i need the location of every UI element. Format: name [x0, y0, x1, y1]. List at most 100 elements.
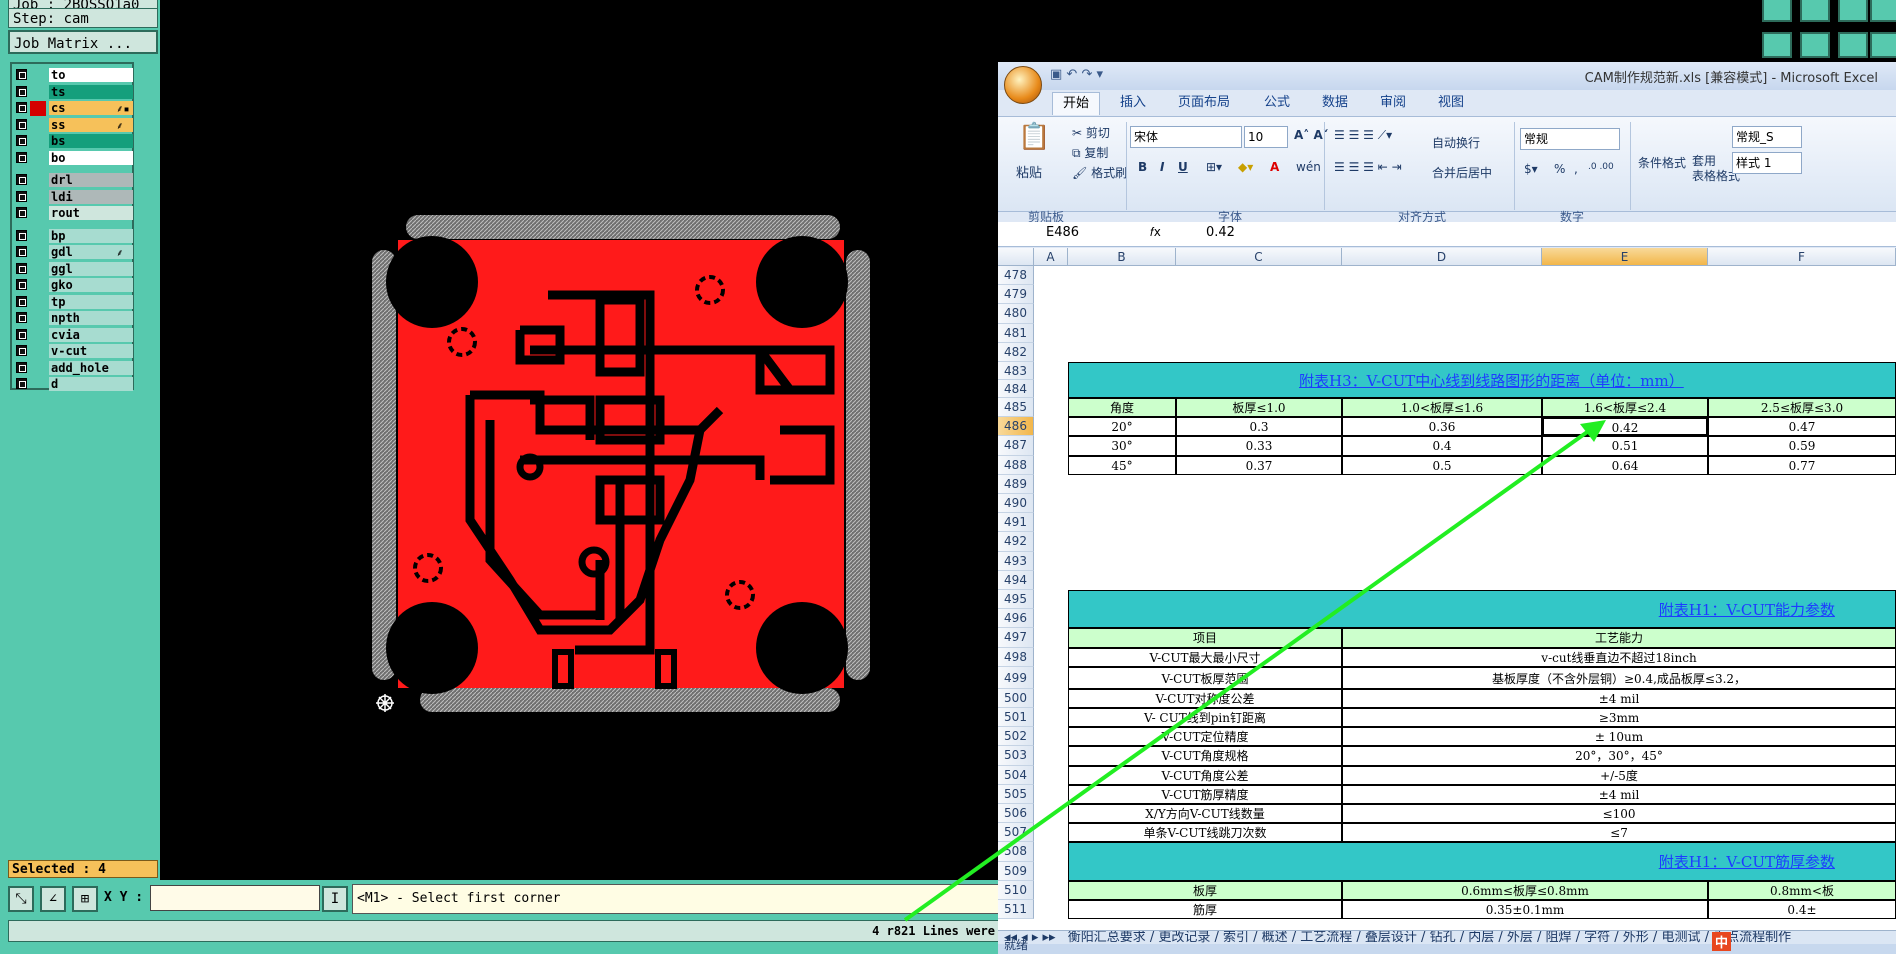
align-left-icon[interactable]: ☰ ☰ ☰ ⇤ ⇥ — [1334, 160, 1402, 174]
row-header[interactable]: 490 — [998, 494, 1034, 514]
row-header[interactable]: 485 — [998, 398, 1034, 418]
toolbar-btn[interactable] — [1762, 0, 1792, 22]
tab-0[interactable]: 开始 — [1052, 92, 1101, 115]
row-header[interactable]: 491 — [998, 513, 1034, 533]
input-cursor-icon[interactable]: I — [322, 886, 348, 912]
row-header[interactable]: 496 — [998, 609, 1034, 629]
table-h1-cell[interactable]: ≤7 — [1342, 823, 1896, 843]
column-header[interactable]: F — [1708, 248, 1896, 266]
phonetic-button[interactable]: wén — [1296, 160, 1321, 174]
table-h1-cell[interactable]: ≥3mm — [1342, 708, 1896, 728]
percent-button[interactable]: % — [1554, 162, 1565, 176]
pcb-canvas[interactable] — [0, 0, 1000, 880]
table-h1-cell[interactable]: 基板厚度（不含外层铜）≥0.4,成品板厚≤3.2， — [1342, 666, 1896, 689]
wrap-text-button[interactable]: 自动换行 — [1432, 134, 1480, 151]
comma-button[interactable]: , — [1574, 162, 1578, 176]
table-h3-title[interactable]: 附表H3：V-CUT中心线到线路图形的距离（单位：mm） — [1068, 362, 1896, 398]
row-header[interactable]: 506 — [998, 804, 1034, 824]
toolbar-btn[interactable] — [1870, 0, 1896, 22]
column-header[interactable]: B — [1068, 248, 1176, 266]
row-header[interactable]: 494 — [998, 570, 1034, 590]
paste-button[interactable]: 粘贴 — [1016, 162, 1042, 181]
table-h1-cell[interactable]: V-CUT对称度公差 — [1068, 688, 1342, 708]
table-h1-cell[interactable]: ≤100 — [1342, 804, 1896, 824]
table-h1-cell[interactable]: ±4 mil — [1342, 688, 1896, 708]
table-h3-cell[interactable]: 0.59 — [1708, 436, 1896, 456]
toolbar-btn[interactable] — [1870, 32, 1896, 58]
active-cell[interactable]: 0.42 — [1542, 417, 1708, 437]
align-top-icon[interactable]: ☰ ☰ ☰ ⟋▾ — [1334, 128, 1392, 143]
table-h3-header[interactable]: 角度 — [1068, 398, 1176, 418]
table-h3-cell[interactable]: 0.4 — [1342, 436, 1542, 456]
table-h1b-header[interactable]: 板厚 — [1068, 880, 1342, 900]
table-h1b-cell[interactable]: 筋厚 — [1068, 900, 1342, 920]
row-header[interactable]: 481 — [998, 323, 1034, 343]
table-h3-cell[interactable]: 0.3 — [1176, 417, 1342, 437]
row-header[interactable]: 503 — [998, 746, 1034, 766]
row-header[interactable]: 495 — [998, 590, 1034, 610]
table-h3-cell[interactable]: 0.36 — [1342, 417, 1542, 437]
column-header[interactable]: A — [1034, 248, 1068, 266]
table-h1b-cell[interactable]: 0.35±0.1mm — [1342, 900, 1708, 920]
row-header[interactable]: 511 — [998, 900, 1034, 920]
table-h1-cell[interactable]: V-CUT角度规格 — [1068, 746, 1342, 766]
tab-2[interactable]: 页面布局 — [1168, 92, 1240, 114]
row-header[interactable]: 499 — [998, 666, 1034, 689]
toolbar-btn[interactable] — [1800, 0, 1830, 22]
row-header[interactable]: 500 — [998, 688, 1034, 708]
table-h3-cell[interactable]: 0.51 — [1542, 436, 1708, 456]
row-header[interactable]: 504 — [998, 765, 1034, 785]
table-h1-cell[interactable]: X/Y方向V-CUT线数量 — [1068, 804, 1342, 824]
table-h1b-header[interactable]: 0.8mm<板 — [1708, 880, 1896, 900]
sheet-tab-list[interactable]: 衡阳汇总要求 / 更改记录 / 索引 / 概述 / 工艺流程 / 叠层设计 / … — [1068, 931, 1791, 945]
row-header[interactable]: 510 — [998, 880, 1034, 900]
table-h1b-header[interactable]: 0.6mm≤板厚≤0.8mm — [1342, 880, 1708, 900]
quick-access-icons[interactable]: ▣ ↶ ↷ ▾ — [1050, 67, 1103, 82]
name-box[interactable]: E486 — [1046, 225, 1079, 240]
font-size-select[interactable]: 10 — [1244, 126, 1288, 148]
measure-icon[interactable]: ∠ — [40, 886, 66, 912]
table-h3-cell[interactable]: 0.33 — [1176, 436, 1342, 456]
number-format-select[interactable]: 常规 — [1520, 128, 1620, 150]
xy-input[interactable] — [150, 885, 320, 911]
row-header[interactable]: 497 — [998, 628, 1034, 648]
row-header[interactable]: 479 — [998, 285, 1034, 305]
table-h1-cell[interactable]: +/-5度 — [1342, 765, 1896, 785]
row-header[interactable]: 507 — [998, 823, 1034, 843]
table-h3-header[interactable]: 板厚≤1.0 — [1176, 398, 1342, 418]
tab-3[interactable]: 公式 — [1254, 92, 1300, 114]
sheet-tabs[interactable]: ◂◂ ◂ ▸ ▸▸ 衡阳汇总要求 / 更改记录 / 索引 / 概述 / 工艺流程… — [998, 930, 1896, 945]
formula-input[interactable]: 0.42 — [1206, 225, 1235, 240]
font-name-select[interactable]: 宋体 — [1130, 126, 1242, 148]
paste-icon[interactable]: 📋 — [1018, 122, 1050, 152]
table-h3-header[interactable]: 1.0<板厚≤1.6 — [1342, 398, 1542, 418]
table-h3-cell[interactable]: 30° — [1068, 436, 1176, 456]
row-header[interactable]: 501 — [998, 708, 1034, 728]
toolbar-btn[interactable] — [1800, 32, 1830, 58]
table-h1-cell[interactable]: V-CUT最大最小尺寸 — [1068, 647, 1342, 667]
toolbar-btn[interactable] — [1838, 0, 1868, 22]
row-header[interactable]: 483 — [998, 362, 1034, 380]
style-normal[interactable]: 常规_S — [1732, 126, 1802, 148]
row-header[interactable]: 487 — [998, 436, 1034, 456]
row-header[interactable]: 478 — [998, 266, 1034, 286]
toolbar-btn[interactable] — [1762, 32, 1792, 58]
row-header[interactable]: 482 — [998, 342, 1034, 362]
row-header[interactable]: 493 — [998, 551, 1034, 571]
column-header[interactable]: C — [1176, 248, 1342, 266]
table-h1-cell[interactable]: v-cut线垂直边不超过18inch — [1342, 647, 1896, 667]
column-header[interactable]: D — [1342, 248, 1542, 266]
tab-5[interactable]: 审阅 — [1370, 92, 1416, 114]
tab-6[interactable]: 视图 — [1428, 92, 1474, 114]
table-h3-cell[interactable]: 0.64 — [1542, 455, 1708, 475]
row-header[interactable]: 480 — [998, 304, 1034, 324]
office-button-icon[interactable] — [1004, 66, 1042, 104]
row-header[interactable]: 509 — [998, 861, 1034, 881]
row-header[interactable]: 492 — [998, 532, 1034, 552]
currency-icon[interactable]: $▾ — [1524, 162, 1538, 176]
table-h1-cell[interactable]: V- CUT线到pin钉距离 — [1068, 708, 1342, 728]
row-header[interactable]: 489 — [998, 474, 1034, 494]
copy-button[interactable]: ⧉ 复制 — [1072, 144, 1108, 161]
ime-indicator[interactable]: 中 — [1712, 932, 1732, 951]
table-h1-cell[interactable]: V-CUT板厚范围 — [1068, 666, 1342, 689]
